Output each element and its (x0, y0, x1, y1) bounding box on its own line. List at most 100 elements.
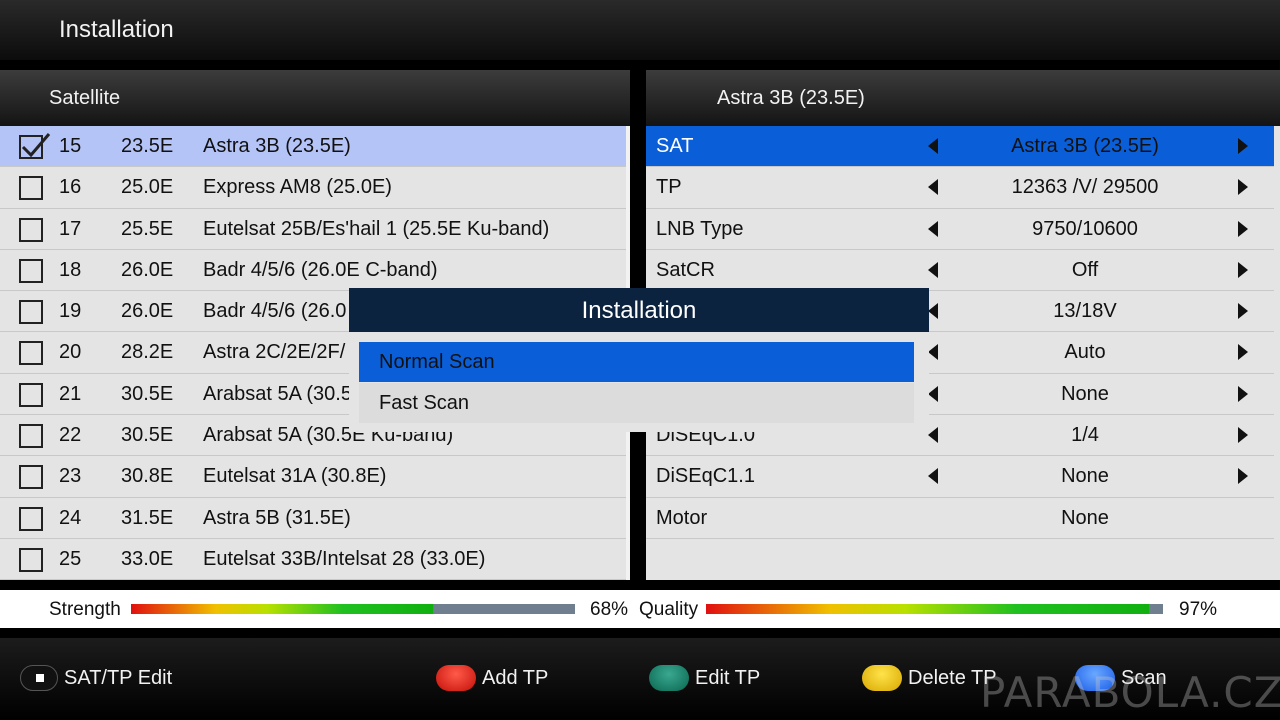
satellite-num: 20 (59, 341, 82, 364)
arrow-right-icon[interactable] (1238, 303, 1248, 320)
setting-value: 1/4 (1071, 424, 1099, 447)
satellite-pos: 26.0E (121, 300, 174, 323)
satellite-name: Eutelsat 31A (30.8E) (203, 465, 387, 488)
setting-value: Astra 3B (23.5E) (1011, 135, 1159, 157)
arrow-right-icon[interactable] (1238, 385, 1248, 402)
top-bar: Installation (0, 0, 1280, 60)
arrow-left-icon[interactable] (928, 303, 938, 320)
quality-label: Quality (639, 599, 699, 620)
arrow-left-icon[interactable] (928, 179, 938, 196)
arrow-left-icon[interactable] (928, 138, 938, 154)
satellite-row[interactable]: 16 25.0E Express AM8 (25.0E) (0, 167, 626, 209)
checkbox-icon[interactable] (19, 217, 43, 242)
setting-value: 12363 /V/ 29500 (1011, 176, 1159, 199)
setting-value: Auto (1064, 341, 1106, 364)
setting-label: LNB Type (656, 217, 744, 240)
arrow-right-icon[interactable] (1238, 468, 1248, 485)
checkbox-checked-icon[interactable] (19, 133, 51, 159)
satellite-pos: 26.0E (121, 258, 174, 281)
satellite-row[interactable]: 23 30.8E Eutelsat 31A (30.8E) (0, 456, 626, 498)
satellite-pos: 23.5E (121, 135, 174, 157)
arrow-left-icon[interactable] (928, 468, 938, 485)
setting-row[interactable]: Motor None (646, 497, 1274, 539)
arrow-left-icon[interactable] (928, 220, 938, 237)
arrow-right-icon[interactable] (1238, 220, 1248, 237)
satellite-panel-header: Satellite (0, 70, 630, 126)
edit-tp-button[interactable]: Edit TP (649, 664, 760, 692)
checkbox-icon[interactable] (19, 258, 43, 283)
satellite-row[interactable]: 15 23.5E Astra 3B (23.5E) (0, 126, 626, 168)
satellite-num: 17 (59, 217, 82, 240)
settings-panel-title: Astra 3B (23.5E) (717, 87, 865, 109)
checkbox-icon[interactable] (19, 506, 43, 531)
setting-value: None (1061, 506, 1109, 529)
satellite-name: Astra 5B (31.5E) (203, 506, 351, 529)
satellite-num: 23 (59, 465, 82, 488)
checkbox-icon[interactable] (19, 176, 43, 201)
satellite-num: 25 (59, 547, 82, 570)
quality-meter-fill (706, 604, 1150, 614)
sat-tp-edit-button[interactable]: SAT/TP Edit (20, 664, 172, 692)
add-tp-button[interactable]: Add TP (436, 664, 548, 692)
setting-label: SatCR (656, 258, 715, 281)
arrow-left-icon[interactable] (928, 344, 938, 361)
setting-row[interactable]: SatCR Off (646, 249, 1274, 292)
satellite-row[interactable]: 17 25.5E Eutelsat 25B/Es'hail 1 (25.5E Ku-… (0, 208, 626, 250)
strength-meter-fill (131, 604, 433, 614)
red-key-icon (436, 665, 476, 691)
satellite-name: Eutelsat 33B/Intelsat 28 (33.0E) (203, 547, 486, 570)
arrow-left-icon[interactable] (928, 385, 938, 402)
checkbox-icon[interactable] (19, 300, 43, 325)
satellite-num: 24 (59, 506, 82, 529)
setting-value: 9750/10600 (1032, 217, 1138, 240)
satellite-pos: 33.0E (121, 547, 174, 570)
satellite-row[interactable]: 18 26.0E Badr 4/5/6 (26.0E C-band) (0, 249, 626, 292)
checkbox-icon[interactable] (19, 382, 43, 407)
add-tp-label: Add TP (482, 666, 549, 689)
satellite-num: 15 (59, 135, 82, 157)
setting-row[interactable]: SAT Astra 3B (23.5E) (646, 126, 1274, 168)
setting-row[interactable]: LNB Type 9750/10600 (646, 208, 1274, 250)
arrow-right-icon[interactable] (1238, 179, 1248, 196)
arrow-left-icon[interactable] (928, 261, 938, 278)
setting-label: SAT (656, 135, 694, 157)
watermark: PARABOLA.CZ (980, 668, 1280, 717)
arrow-left-icon[interactable] (928, 427, 938, 444)
fast-scan-option[interactable]: Fast Scan (359, 383, 914, 423)
satellite-pos: 31.5E (121, 506, 174, 529)
satellite-row[interactable]: 25 33.0E Eutelsat 33B/Intelsat 28 (33.0E) (0, 538, 626, 580)
settings-panel-header: Astra 3B (23.5E) (646, 70, 1280, 126)
black-key-icon (20, 665, 58, 691)
checkbox-icon[interactable] (19, 547, 43, 572)
arrow-right-icon[interactable] (1238, 427, 1248, 444)
sat-tp-edit-label: SAT/TP Edit (64, 666, 173, 689)
checkbox-icon[interactable] (19, 465, 43, 490)
strength-meter (131, 604, 575, 614)
edit-tp-label: Edit TP (695, 666, 761, 689)
arrow-right-icon[interactable] (1238, 138, 1248, 154)
checkbox-icon[interactable] (19, 341, 43, 366)
satellite-pos: 25.0E (121, 176, 174, 199)
strength-percent: 68% (590, 599, 629, 620)
arrow-right-icon[interactable] (1238, 344, 1248, 361)
yellow-key-icon (862, 665, 902, 691)
setting-label: Motor (656, 506, 708, 529)
setting-row[interactable]: TP 12363 /V/ 29500 (646, 167, 1274, 209)
setting-row[interactable]: DiSEqC1.1 None (646, 456, 1274, 498)
arrow-right-icon[interactable] (1238, 261, 1248, 278)
setting-value: None (1061, 465, 1109, 488)
quality-percent: 97% (1179, 599, 1218, 620)
setting-value: None (1061, 382, 1109, 405)
satellite-pos: 30.5E (121, 424, 174, 447)
quality-meter (706, 604, 1163, 614)
satellite-name: Express AM8 (25.0E) (203, 176, 392, 199)
setting-label: TP (656, 176, 682, 199)
satellite-row[interactable]: 24 31.5E Astra 5B (31.5E) (0, 497, 626, 539)
satellite-name: Badr 4/5/6 (26.0 (203, 300, 347, 323)
setting-value: Off (1071, 258, 1099, 281)
normal-scan-option[interactable]: Normal Scan (359, 342, 914, 382)
satellite-pos: 30.5E (121, 382, 174, 405)
satellite-name: Astra 3B (23.5E) (203, 135, 351, 157)
delete-tp-button[interactable]: Delete TP (862, 664, 997, 692)
checkbox-icon[interactable] (19, 424, 43, 449)
